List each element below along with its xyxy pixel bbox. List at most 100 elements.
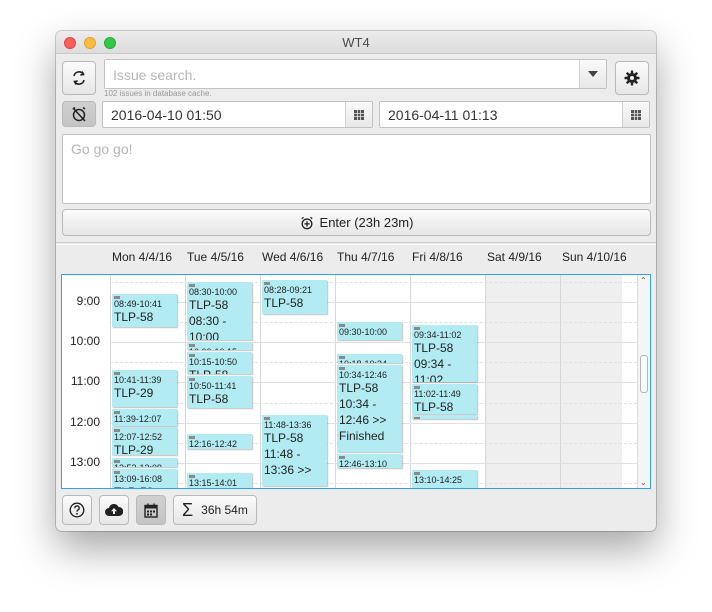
time-label: 13:00 <box>69 455 100 469</box>
entry-text: TLP-58 <box>189 392 229 406</box>
entry-text: TLP-58 <box>414 400 454 414</box>
start-date-picker-button[interactable] <box>345 102 372 127</box>
time-entry[interactable]: 11:02-11:49 TLP-58 <box>412 384 477 414</box>
entry-time-range: 13:15-14:01 <box>189 478 238 488</box>
calendar-grid[interactable]: 9:00 10:00 11:00 12:00 13:00 08:49-10:41 TLP-5… <box>61 274 651 489</box>
chevron-down-icon <box>588 71 598 77</box>
entry-time-range: 09:34-11:02 <box>414 330 462 340</box>
entry-text: TLP-58 <box>264 296 304 310</box>
entry-time-range: 13:10-14:25 <box>414 475 463 485</box>
auto-tracking-toggle[interactable] <box>62 101 96 127</box>
time-entry[interactable]: 10:50-11:41 TLP-58 <box>187 376 252 408</box>
search-dropdown-button[interactable] <box>579 60 606 88</box>
entry-text: 09:34 - <box>414 357 452 371</box>
entry-time-range: 10:50-11:41 <box>189 381 237 391</box>
time-label: 12:00 <box>69 415 100 429</box>
entry-time-range: 12:46-13:10 <box>339 459 388 468</box>
time-label: 9:00 <box>76 294 100 308</box>
scroll-down-arrow[interactable]: ⌄ <box>640 478 647 487</box>
day-header: Mon 4/4/16 <box>112 250 173 264</box>
entry-time-range: 13:09-16:08 <box>114 474 163 484</box>
refresh-icon <box>73 71 85 85</box>
entry-time-range: 12:07-12:52 <box>114 432 163 442</box>
time-entry[interactable]: 12:16-12:42 <box>187 434 252 449</box>
time-entry[interactable]: 10:15-10:50TLP-58 <box>187 352 252 374</box>
enter-button[interactable]: Enter (23h 23m) <box>62 209 651 236</box>
entry-text: TLP-58 <box>264 431 304 445</box>
entry-text: TLP-29 <box>114 443 154 455</box>
time-entry[interactable]: 11:39-12:07 <box>112 409 177 426</box>
calendar-grid-icon <box>631 109 641 120</box>
gear-icon <box>624 70 640 86</box>
entry-handle[interactable] <box>414 417 420 419</box>
time-entry[interactable]: 10:34-12:46 TLP-58 10:34 - 12:46 >> Finished <box>337 365 402 452</box>
issue-search-input[interactable] <box>113 66 573 84</box>
entry-time-range: 11:02-11:49 <box>414 389 461 399</box>
entry-time-range: 12:52-13:09 <box>112 463 177 467</box>
time-entry[interactable]: 10:00-10:15 <box>187 342 252 350</box>
entry-text: TLP-58 <box>412 485 477 488</box>
entry-text: TLP-58 <box>114 310 154 324</box>
upload-button[interactable] <box>99 495 129 525</box>
time-entry[interactable]: 13:10-14:25TLP-58 <box>412 470 477 488</box>
calendar-icon <box>144 503 158 518</box>
time-entry[interactable] <box>412 415 477 419</box>
entry-time-range: 10:41-11:39 <box>114 375 162 385</box>
help-button[interactable] <box>62 495 92 525</box>
entry-time-range: 10:15-10:50 <box>189 357 238 367</box>
time-entry[interactable]: 08:28-09:21 TLP-58 <box>262 280 327 314</box>
entry-time-range: 11:48-13:36 <box>264 420 312 430</box>
start-date-input[interactable] <box>111 107 331 123</box>
time-entry[interactable]: 10:18-10:34 <box>337 354 402 363</box>
entry-text: Finished <box>339 429 385 443</box>
time-entry[interactable]: 08:30-10:00 TLP-58 08:30 - 10:00 <box>187 282 252 340</box>
entry-text: TLP-58 <box>112 484 177 488</box>
entry-text: 10:34 - <box>339 397 377 411</box>
time-entry[interactable]: 11:48-13:36 TLP-58 11:48 - 13:36 >> <box>262 415 327 486</box>
day-header: Thu 4/7/16 <box>337 250 395 264</box>
entry-time-range: 08:49-10:41 <box>114 299 163 309</box>
calendar-view-button[interactable] <box>136 495 166 525</box>
day-header: Tue 4/5/16 <box>187 250 244 264</box>
time-label: 10:00 <box>69 334 100 348</box>
entry-time-range: 11:39-12:07 <box>114 414 162 424</box>
time-entry[interactable]: 09:34-11:02 TLP-58 09:34 - 11:02 <box>412 325 477 382</box>
time-entry[interactable]: 12:07-12:52 TLP-29 <box>112 427 177 455</box>
end-date-input[interactable] <box>388 107 608 123</box>
end-date-field <box>379 101 650 128</box>
entry-text: 13:36 >> <box>264 463 312 477</box>
time-entry[interactable]: 08:49-10:41TLP-5808:49 -10:41 >>Finished <box>112 294 177 327</box>
entry-text: 08:30 - <box>189 314 227 328</box>
entry-time-range: 09:30-10:00 <box>339 327 388 337</box>
time-entry[interactable]: 10:41-11:39 TLP-29 <box>112 370 177 407</box>
time-entry[interactable]: 12:46-13:10 <box>337 454 402 468</box>
calendar-scrollbar[interactable]: ⌃ ⌄ <box>637 275 650 488</box>
entry-text: 10:00 <box>189 330 220 340</box>
time-entry[interactable]: 09:30-10:00 <box>337 322 402 340</box>
start-date-field <box>102 101 373 128</box>
comment-input[interactable] <box>71 141 641 197</box>
total-time-label: 36h 54m <box>201 503 248 517</box>
time-entry[interactable]: 13:09-16:08TLP-58 <box>112 469 177 488</box>
day-header: Fri 4/8/16 <box>412 250 463 264</box>
entry-time-range: 10:00-10:15 <box>187 347 252 350</box>
comment-area <box>62 134 651 204</box>
entry-text: TLP-29 <box>114 386 154 400</box>
entry-time-range: 08:28-09:21 <box>264 285 313 295</box>
scroll-thumb[interactable] <box>640 355 648 393</box>
settings-button[interactable] <box>615 61 649 95</box>
alarm-add-icon <box>300 216 313 229</box>
time-label: 11:00 <box>70 374 100 388</box>
time-entry[interactable]: 12:52-13:09 <box>112 458 177 467</box>
total-time-button[interactable]: Σ 36h 54m <box>173 495 257 525</box>
refresh-button[interactable] <box>62 61 96 95</box>
day-header: Sun 4/10/16 <box>562 250 627 264</box>
entry-text: TLP-58 <box>414 341 454 355</box>
end-date-picker-button[interactable] <box>622 102 649 127</box>
app-window: WT4 102 issues in database cache. <box>56 31 656 531</box>
alarm-off-icon <box>72 106 86 122</box>
entry-text: 08:49 - <box>112 325 177 327</box>
entry-time-range: 08:30-10:00 <box>189 287 238 297</box>
scroll-up-arrow[interactable]: ⌃ <box>640 276 647 285</box>
time-entry[interactable]: 13:15-14:01 <box>187 473 252 488</box>
